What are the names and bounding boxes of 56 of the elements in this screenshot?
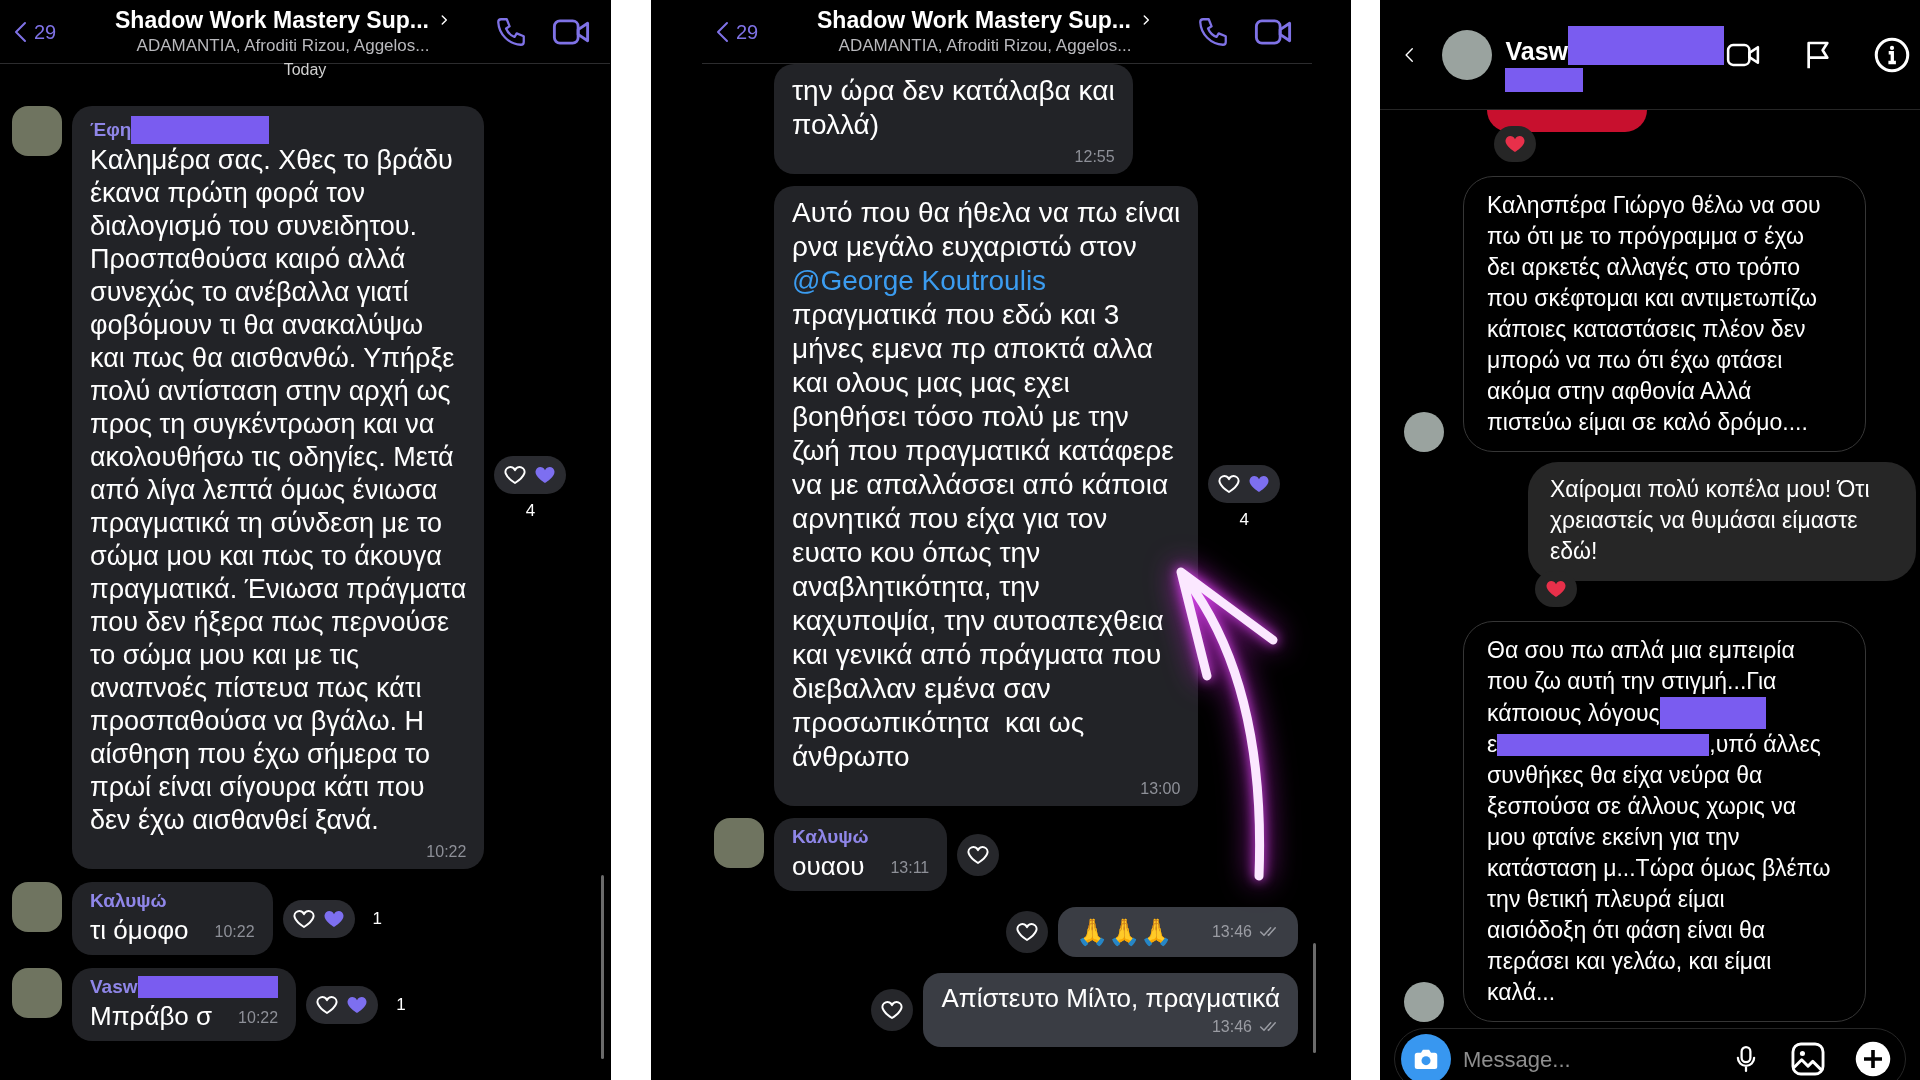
plus-icon[interactable] — [1855, 1041, 1891, 1077]
chat-subtitle: ADAMANTIA, Afroditi Rizou, Aggelos... — [136, 34, 430, 57]
like-button[interactable] — [957, 833, 1000, 876]
back-button[interactable]: 29 — [712, 14, 774, 49]
message-time: 13:00 — [1140, 779, 1181, 799]
chat-subtitle: ADAMANTIA, Afroditi Rizou, Aggelos... — [838, 34, 1132, 57]
message-time: 12:55 — [1074, 147, 1115, 167]
date-label: Today — [283, 60, 327, 80]
message-field[interactable]: Message... — [1463, 1042, 1719, 1076]
like-count: 4 — [1239, 510, 1250, 528]
sender-name: Καλυψώ — [792, 825, 869, 849]
back-button[interactable]: 29 — [10, 14, 72, 49]
like-count: 4 — [525, 502, 536, 519]
avatar-photo — [1404, 412, 1444, 452]
heart-outline-icon — [880, 998, 905, 1022]
message-time: 10:22 — [214, 922, 255, 942]
message-text: συνθήκες θα είχα νεύρα θα ξεσπούσα σε άλλους χωρις να μου φταίνε εκείνη για την κατάσταση μ...Τώρα όμως βλέπω την θετική πλευρά είμαι αισιόδοξη ότι φάση είναι θα περάσει και γελάω, και είμαι καλά... — [1487, 761, 1831, 1007]
like-button[interactable] — [871, 989, 914, 1031]
message-text: κάποιους λόγους — [1487, 698, 1660, 728]
avatar-photo — [714, 818, 764, 868]
message-text: την ώρα δεν κατάλαβα και πολλά) — [792, 74, 1115, 142]
message-text: Καλημέρα σας. Χθες το βράδυ έκανα πρώτη φορά τον διαλογισμό του συνειδητου. Προσπαθούσα καιρό αλλά συνεχώς το ανέβαλλα γιατί φοβόμουν τι θα ανακαλύψω και πως θα αισθανθώ. Υπήρξε πολύ αντίσταση στην αρχή ως προς τη συγκέντρωση και να ακολουθήσω τις οδηγίες. Μετά από λίγα λεπτά όμως ένιωσα πραγματικά τη σύνδεση με το σώμα μου και πως το άκουγα πραγματικά. Ένιωσα πράγματα που δεν ήξερα πως περνούσε το σώμα μου και με τις αναπνοές πίστευα πως κάτι προσπαθούσα να βγάλω. Η αίσθηση που έχω σήμερα το πρωί είναι σίγουρα κάτι που δεν έχω αισθανθεί ξανά. — [90, 144, 467, 837]
message-time: 10:22 — [238, 1008, 279, 1028]
chat-title[interactable]: Shadow Work Mastery Sup... — [115, 5, 429, 34]
message-text: ε — [1487, 730, 1498, 759]
image-icon[interactable] — [1789, 1040, 1827, 1078]
mention-link[interactable]: @George Koutroulis — [792, 265, 1047, 296]
avatar-photo — [12, 968, 62, 1018]
info-icon[interactable] — [1874, 36, 1910, 73]
camera-button[interactable] — [1401, 1034, 1451, 1080]
message-time: 10:22 — [426, 842, 467, 862]
like-button[interactable] — [1005, 911, 1048, 953]
contact-name: Vasw — [1505, 35, 1568, 67]
message-time: 13:11 — [890, 858, 930, 878]
message-text: ,υπό άλλες — [1709, 730, 1821, 759]
message-text: Καλησπέρα Γιώργο θέλω να σου πω ότι με το πρόγραμμα σ έχω δει αρκετές αλλαγές στο τρόπο που σκέφτομαι και αντιμετωπίζω κάποιες καταστάσεις πλέον δεν μπορώ να πω ότι έχω φτάσει ακόμα στην αφθονία Αλλά πιστεύω είμαι σε καλό δρόμο.... — [1487, 191, 1822, 437]
heart-outline-icon — [1014, 920, 1039, 944]
heart-outline-icon[interactable] — [503, 463, 528, 487]
chat-title[interactable]: Shadow Work Mastery Sup... — [817, 5, 1131, 34]
message-time: 13:46 — [1211, 922, 1252, 942]
sender-name: Έφη — [90, 118, 132, 142]
message-text: Αυτό που θα ήθελα να πω είναι ρνα μεγάλο ευχαριστώ στον @George Koutroulis πραγματικά που εδώ και 3 μήνες εμενα πρ αποκτά αλλα και ολους μας μας εχει βοηθήσει τόσο πολύ με την ζωή που πραγματικά κατάφερε να με απαλλάσσει από κάποια αρνητικά που είχα για τον ευατο κου όπως την αναβλητικότητα, την καχυποψία, την αυτοαπεχθεια και γενικά από πράγματα που διεβαλλαν εμένα σαν προσωπικότητα και ως άνθρωπο — [792, 196, 1181, 774]
avatar-photo — [12, 106, 62, 156]
avatar-photo — [12, 882, 62, 932]
message-text: 🙏🙏🙏 — [1075, 916, 1172, 949]
avatar-photo — [1404, 982, 1444, 1022]
message-text: ουαου — [792, 850, 865, 883]
message-text: Απίστευτο Μίλτο, πραγματικά — [941, 982, 1280, 1015]
message-time: 13:46 — [1211, 1017, 1252, 1037]
sender-name: Vasw — [90, 975, 138, 999]
message-text: τι όμοφο — [90, 914, 189, 947]
like-count: 1 — [396, 996, 406, 1013]
sender-name: Καλυψώ — [90, 889, 167, 913]
message-text: Μπράβο σ — [90, 1000, 213, 1033]
message-text: Χαίρομαι πολύ κοπέλα μου! Ότι χρειαστείς να θυμάσαι είμαστε εδώ! — [1550, 475, 1871, 566]
like-count: 1 — [372, 910, 382, 927]
